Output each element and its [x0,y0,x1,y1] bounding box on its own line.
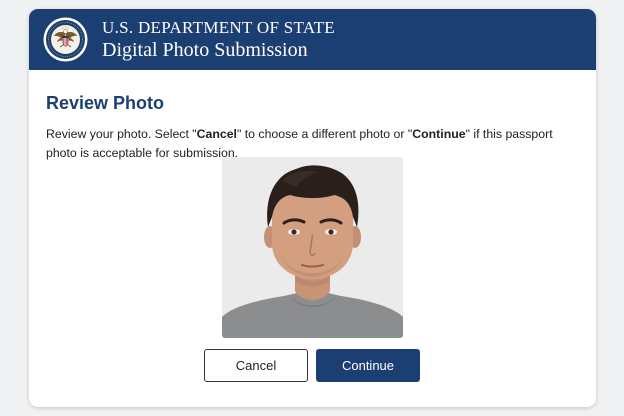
passport-photo [222,157,403,338]
app-title: Digital Photo Submission [102,39,308,61]
cancel-button[interactable]: Cancel [204,349,308,382]
cancel-keyword: Cancel [196,127,237,141]
photo-review-card: U.S. DEPARTMENT OF STATE Digital Photo S… [29,9,596,407]
department-name: U.S. DEPARTMENT OF STATE [102,18,335,37]
page-title: Review Photo [46,93,165,113]
passport-photo-portrait [222,157,403,338]
continue-button[interactable]: Continue [316,349,420,382]
continue-keyword: Continue [412,127,466,141]
department-of-state-seal-icon [43,17,88,62]
header-banner: U.S. DEPARTMENT OF STATE Digital Photo S… [29,9,596,70]
